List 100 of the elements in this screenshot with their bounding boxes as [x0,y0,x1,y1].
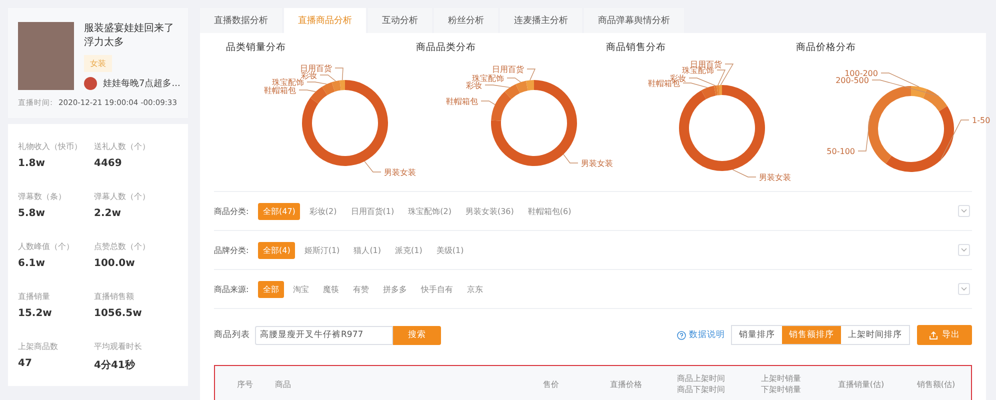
leader-line [480,100,496,106]
tab[interactable]: 连麦播主分析 [500,8,582,33]
slice-label: 200-500 [836,76,869,85]
slice-label: 男装女装 [384,168,416,177]
slice-label: 珠宝配饰 [272,78,304,87]
search-label: 商品列表 [214,329,250,341]
tab[interactable]: 粉丝分析 [434,8,498,33]
tab[interactable]: 商品弹幕舆情分析 [584,8,684,33]
stat-label: 直播销量 [18,291,51,302]
column-header: 直播销量(估) [836,378,886,390]
filter-option[interactable]: 全部(47) [258,202,300,220]
column-header: 商品下架时间 [676,384,726,395]
filter-option[interactable]: 派克(1) [390,242,428,258]
filter-option[interactable]: 魔筷 [318,280,344,298]
slice-label: 珠宝配饰 [682,66,714,75]
slice-label: 男装女装 [581,159,613,168]
stat-value: 6.1w [18,258,46,269]
filter-option[interactable]: 有赞 [348,280,374,298]
stat-label: 上架商品数 [18,341,59,352]
host-name[interactable]: 娃娃每晚7点超多... [103,77,180,90]
column-header: 售价 [542,378,560,390]
cover-photo-placeholder [18,22,74,90]
chevron-down-icon [961,209,967,213]
slice-label: 50-100 [826,147,855,156]
avatar-icon [84,77,97,90]
expand-button[interactable] [958,205,970,217]
stat-label: 弹幕数（条） [18,191,67,202]
stream-title: 服装盛宴娃娃回来了浮力太多 [84,22,175,50]
column-header: 直播价格 [609,378,643,390]
filter-option[interactable]: 彩妆(2) [304,202,342,220]
chart-title: 品类销量分布 [225,41,287,55]
filter-label: 品牌分类: [214,244,250,256]
chevron-down-icon [961,248,967,252]
filter-label: 商品来源: [214,284,250,294]
filter-option[interactable]: 鞋帽箱包(6) [522,202,576,220]
stat-value: 4469 [94,158,123,169]
column-header: 上架时销量 [760,373,802,384]
slice-label: 鞋帽箱包 [264,86,296,95]
stat-value: 47 [18,358,33,369]
stat-label: 弹幕人数（个） [94,191,151,202]
leader-line [526,68,536,81]
stat-value: 2.2w [94,208,122,219]
stat-value: 15.2w [18,308,53,319]
tab[interactable]: 直播商品分析 [284,8,366,33]
slice-label: 1-50 [972,116,990,125]
slice-label: 珠宝配饰 [472,74,504,83]
search-button[interactable]: 搜索 [393,326,441,344]
slice-label: 彩妆 [466,81,482,90]
filter-option[interactable]: 日用百货(1) [346,202,400,220]
filter-option[interactable]: 猫人(1) [348,242,386,258]
filter-option[interactable]: 珠宝配饰(2) [403,202,456,220]
filter-option[interactable]: 男装女装(36) [460,202,519,220]
tab[interactable]: 直播数据分析 [200,8,282,33]
stat-value: 5.8w [18,208,46,219]
stat-label: 直播销售额 [94,291,135,302]
filter-option[interactable]: 拼多多 [378,280,412,298]
upload-icon [929,330,938,340]
chart-title: 商品销售分布 [605,41,667,55]
search-field[interactable]: 高腰显瘦开叉牛仔裤R977 [255,326,393,344]
slice-label: 日用百货 [492,65,524,74]
sort-button[interactable]: 销售额排序 [782,326,841,344]
expand-button[interactable] [958,283,970,295]
stat-label: 礼物收入（快币） [18,141,83,152]
tab[interactable]: 互动分析 [368,8,432,33]
filter-option[interactable]: 美级(1) [431,242,469,258]
slice-label: 100-200 [844,69,878,78]
chart-title: 商品品类分布 [415,41,477,55]
chevron-down-icon [961,287,967,291]
slice-label: 日用百货 [300,64,332,73]
chart-title: 商品价格分布 [795,41,857,55]
stat-value: 4分41秒 [94,358,136,372]
column-header: 序号 [236,378,254,390]
leader-line [484,84,510,88]
filter-option[interactable]: 姬斯汀(1) [299,242,345,258]
slice-label: 彩妆 [301,71,317,80]
stat-label: 人数峰值（个） [18,241,75,252]
leader-line [364,160,382,172]
leader-line [732,169,756,178]
export-button[interactable]: 导出 [917,325,972,345]
filter-option[interactable]: 淘宝 [288,280,314,298]
stat-value: 100.0w [94,258,136,269]
stat-label: 点赞总数（个） [94,241,151,252]
filter-option[interactable]: 京东 [462,280,488,298]
slice-label: 男装女装 [759,173,791,182]
leader-line [298,90,316,92]
leader-line [506,78,522,82]
stat-value: 1.8w [18,158,46,169]
data-help-link[interactable]: 数据说明 [677,329,725,341]
leader-line [563,154,578,164]
filter-label: 商品分类: [214,206,250,216]
column-header: 销售额(估) [916,378,956,390]
filter-option[interactable]: 快手自有 [416,280,458,298]
leader-line [940,120,970,161]
filter-option[interactable]: 全部 [258,280,284,298]
help-icon [677,330,686,340]
stat-value: 1056.5w [94,308,143,319]
expand-button[interactable] [958,244,970,256]
filter-option[interactable]: 全部(4) [258,242,296,258]
column-header: 商品上架时间 [676,373,726,384]
slice-label: 鞋帽箱包 [446,97,478,106]
